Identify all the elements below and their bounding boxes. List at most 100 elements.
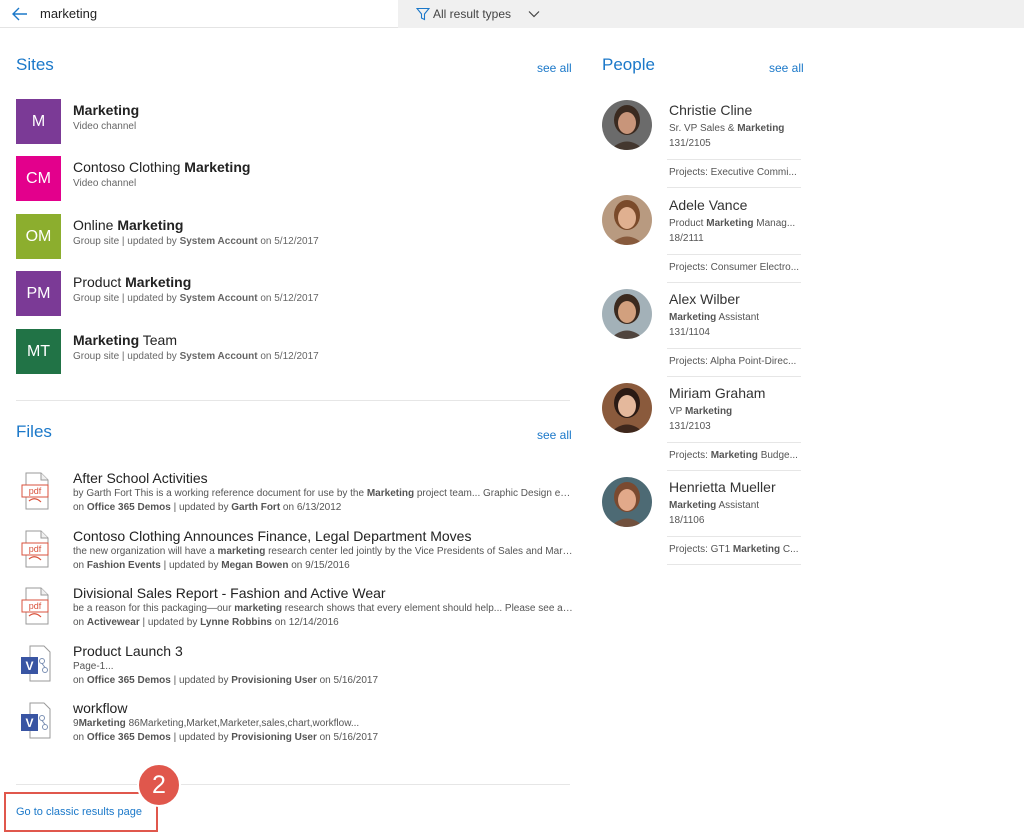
sites-heading: Sites (16, 55, 54, 74)
snippet-text: research center led jointly by the Vice … (265, 546, 573, 557)
person-projects: Projects: Alpha Point-Direc... (669, 356, 797, 367)
meta-text: | updated by (170, 675, 232, 686)
site-subtitle: Group site | updated by System Account o… (73, 351, 319, 362)
avatar (602, 195, 652, 245)
avatar (602, 477, 652, 527)
person-card[interactable]: Henrietta Mueller Marketing Assistant 18/1… (602, 477, 802, 571)
file-location: Office 365 Demos (86, 732, 171, 743)
divider (16, 784, 570, 785)
file-title[interactable]: Product Launch 3 (73, 643, 183, 659)
file-meta: on Office 365 Demos | updated by Provisi… (73, 732, 378, 743)
file-location: Office 365 Demos (86, 675, 171, 686)
people-see-all-link[interactable]: see all (769, 61, 804, 75)
file-title[interactable]: workflow (73, 700, 127, 716)
meta-text: on (280, 502, 297, 513)
avatar (602, 383, 652, 433)
snippet-highlight: Marketing (366, 488, 415, 499)
avatar (602, 100, 652, 150)
site-result[interactable]: OM Online Marketing Group site | updated b… (16, 214, 576, 260)
snippet-text: research shows that every element should… (284, 603, 573, 614)
updated-by-name: System Account (179, 293, 258, 304)
divider (667, 376, 801, 377)
meta-text: on (73, 617, 87, 628)
title-highlight: Marketing (73, 102, 140, 118)
person-card[interactable]: Miriam Graham VP Marketing 131/2103 Project… (602, 383, 802, 477)
updated-by-name: System Account (179, 351, 258, 362)
person-job-title: Marketing Assistant (669, 312, 760, 323)
keyword-highlight: Marketing (684, 406, 733, 417)
chevron-down-icon[interactable] (527, 7, 541, 21)
meta-text: on (316, 675, 334, 686)
updated-by-name: System Account (179, 236, 258, 247)
file-date: 6/13/2012 (296, 502, 342, 513)
site-title[interactable]: Online Marketing (73, 217, 183, 233)
meta-text: | updated by (139, 617, 201, 628)
meta-text: | updated by (170, 502, 232, 513)
snippet-text: the new organization will have a (73, 546, 218, 557)
svg-text:pdf: pdf (29, 601, 42, 611)
file-title[interactable]: After School Activities (73, 470, 208, 486)
meta-text: on (316, 732, 334, 743)
result-type-filter[interactable]: All result types (416, 5, 541, 23)
file-result[interactable]: pdf Contoso Clothing Announces Finance, L… (16, 528, 576, 580)
divider (667, 159, 801, 160)
files-heading: Files (16, 422, 52, 441)
person-office: 18/1106 (669, 515, 705, 526)
files-see-all-link[interactable]: see all (537, 428, 572, 442)
person-name[interactable]: Alex Wilber (669, 291, 740, 307)
person-card[interactable]: Christie Cline Sr. VP Sales & Marketing 13… (602, 100, 802, 194)
search-query[interactable]: marketing (40, 6, 97, 21)
file-result[interactable]: pdf Divisional Sales Report - Fashion and… (16, 585, 576, 637)
person-name[interactable]: Henrietta Mueller (669, 479, 776, 495)
meta-text: | updated by (160, 560, 222, 571)
visio-file-icon: V (20, 702, 52, 740)
file-result[interactable]: pdf After School Activities by Garth Fort … (16, 470, 576, 522)
snippet-highlight: marketing (217, 546, 266, 557)
person-projects: Projects: GT1 Marketing C... (669, 544, 799, 555)
file-result[interactable]: Vworkflow 9Marketing 86Marketing,Market,M… (16, 700, 576, 752)
subtitle-date: on 5/12/2017 (257, 293, 319, 304)
visio-file-icon: V (20, 645, 52, 683)
person-name[interactable]: Adele Vance (669, 197, 747, 213)
person-name[interactable]: Christie Cline (669, 102, 752, 118)
file-date: 12/14/2016 (288, 617, 339, 628)
person-card[interactable]: Alex Wilber Marketing Assistant 131/1104 Pr… (602, 289, 802, 383)
site-title[interactable]: Marketing (73, 102, 139, 118)
divider (667, 348, 801, 349)
search-box[interactable]: marketing (0, 0, 398, 28)
site-result[interactable]: CM Contoso Clothing Marketing Video channe… (16, 156, 576, 202)
subtitle-text: Group site | updated by (73, 351, 180, 362)
file-title[interactable]: Contoso Clothing Announces Finance, Lega… (73, 528, 471, 544)
title-highlight: Marketing (117, 217, 184, 233)
meta-text: on (73, 732, 87, 743)
keyword-highlight: Marketing (669, 312, 717, 323)
subtitle-text: Group site | updated by (73, 293, 180, 304)
site-title[interactable]: Contoso Clothing Marketing (73, 159, 250, 175)
site-subtitle: Group site | updated by System Account o… (73, 236, 319, 247)
file-snippet: by Garth Fort This is a working referenc… (73, 488, 573, 499)
meta-text: on (272, 617, 289, 628)
divider (667, 564, 801, 565)
site-result[interactable]: PM Product Marketing Group site | updated … (16, 271, 576, 317)
person-name[interactable]: Miriam Graham (669, 385, 765, 401)
site-subtitle: Video channel (73, 121, 136, 132)
divider (667, 536, 801, 537)
person-projects: Projects: Consumer Electro... (669, 262, 800, 273)
site-result[interactable]: M Marketing Video channel (16, 99, 576, 145)
file-result[interactable]: V Product Launch 3 Page-1... on Office 365 … (16, 643, 576, 695)
back-arrow-icon[interactable] (10, 4, 30, 24)
search-header: marketing All result types (0, 0, 1024, 28)
title-text: Online (73, 217, 118, 233)
updated-by-name: Provisioning User (231, 675, 317, 686)
pdf-file-icon: pdf (20, 530, 52, 568)
classic-results-link[interactable]: Go to classic results page (16, 806, 142, 818)
sites-see-all-link[interactable]: see all (537, 61, 572, 75)
person-card[interactable]: Adele Vance Product Marketing Manag... 18/… (602, 195, 802, 289)
file-snippet: 9Marketing 86Marketing,Market,Marketer,s… (73, 718, 573, 729)
site-result[interactable]: MT Marketing Team Group site | updated by … (16, 329, 576, 375)
file-title[interactable]: Divisional Sales Report - Fashion and Ac… (73, 585, 386, 601)
site-title[interactable]: Marketing Team (73, 332, 177, 348)
filter-icon (416, 7, 430, 21)
site-title[interactable]: Product Marketing (73, 274, 191, 290)
filter-label: All result types (433, 7, 512, 21)
